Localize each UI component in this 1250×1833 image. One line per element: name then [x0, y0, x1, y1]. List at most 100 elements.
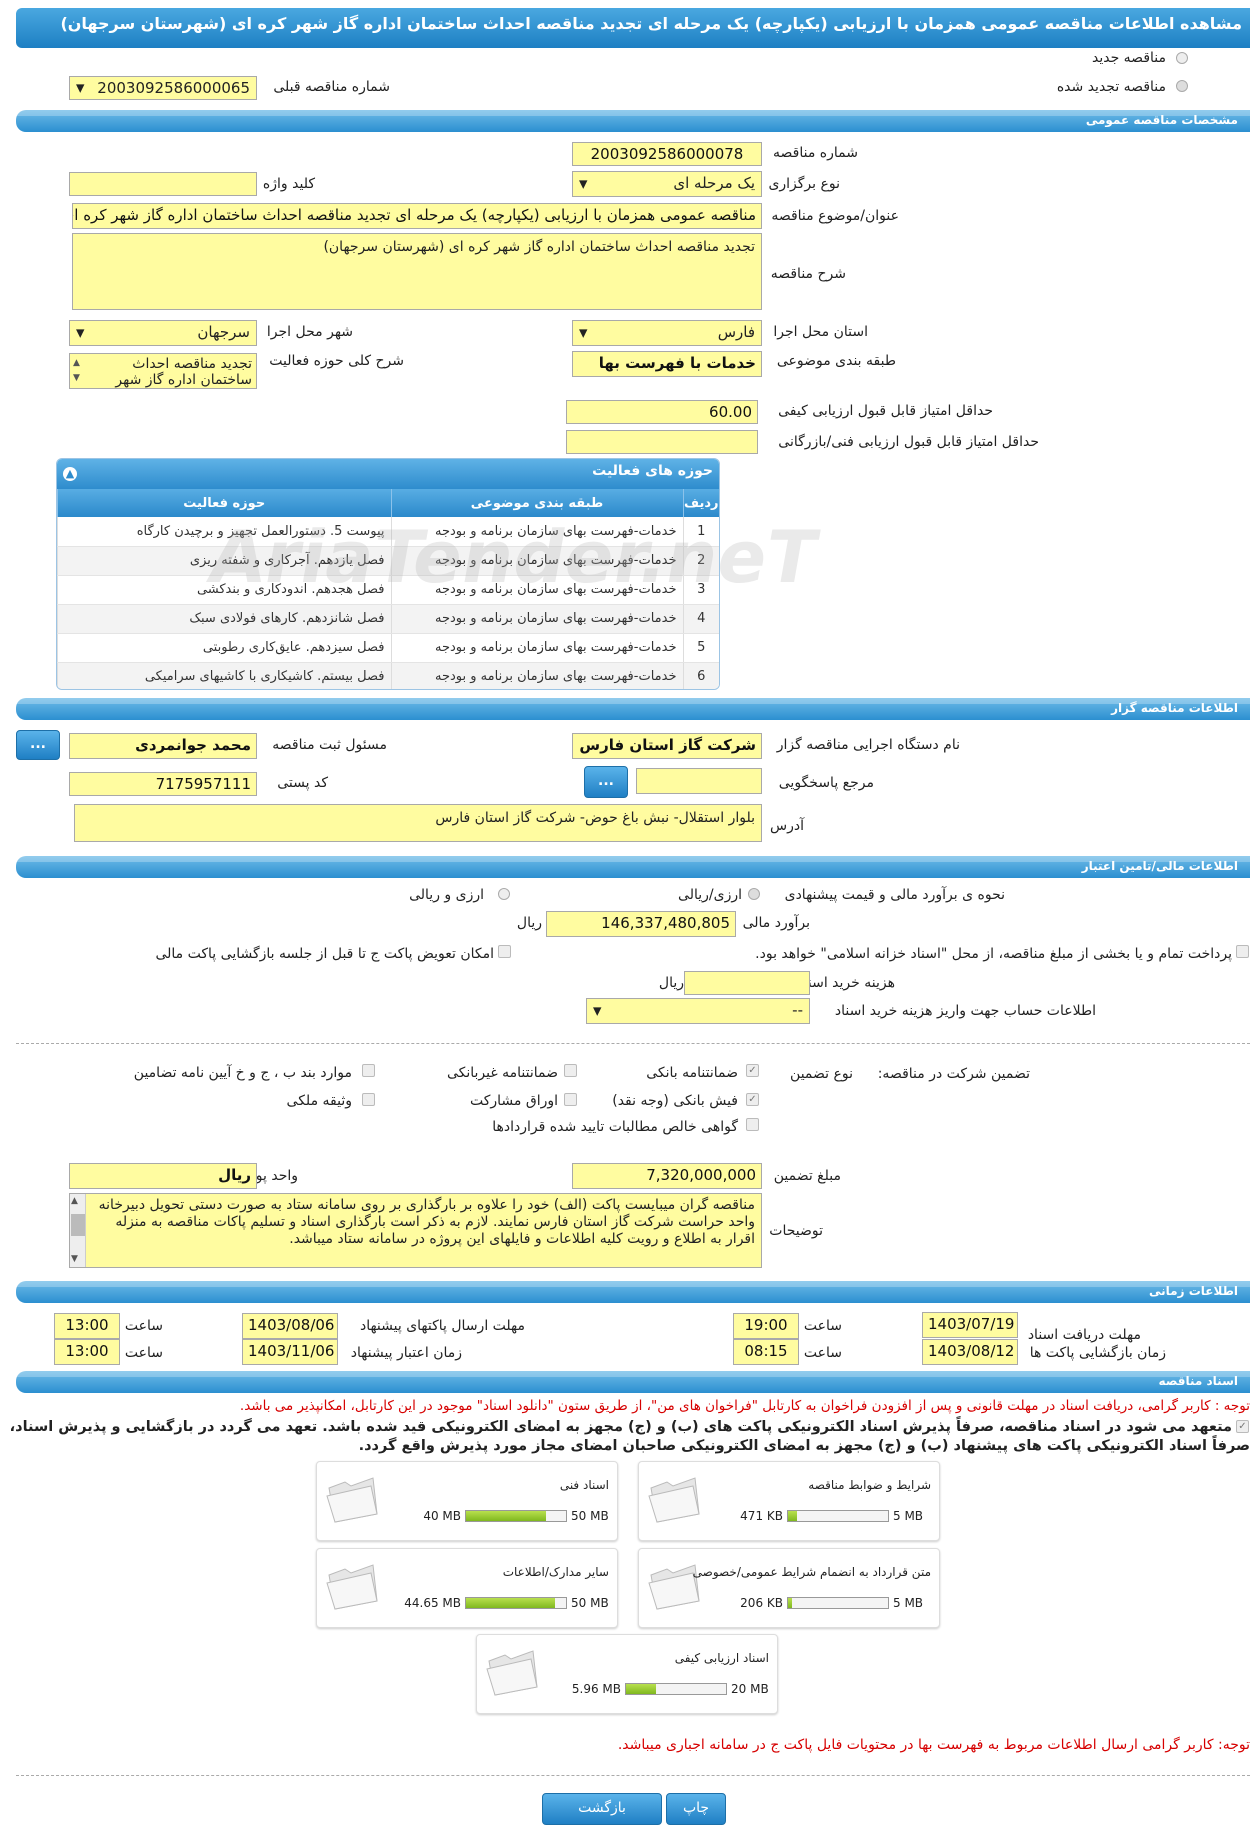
- back-button[interactable]: بازگشت: [542, 1793, 662, 1825]
- radio-estimate-type-2[interactable]: [498, 888, 510, 900]
- open-date-field[interactable]: 1403/08/12: [922, 1339, 1018, 1365]
- min-quality-field[interactable]: 60.00: [566, 400, 758, 424]
- guarantee-amount-field[interactable]: 7,320,000,000: [572, 1163, 762, 1189]
- doc-card[interactable]: متن قرارداد به انضمام شرایط عمومی/خصوصی …: [638, 1548, 940, 1628]
- table-row[interactable]: 6 خدمات-فهرست بهای سازمان برنامه و بودجه ف…: [57, 662, 719, 689]
- doc-capacity: 50 MB: [571, 1509, 609, 1523]
- notes-textarea[interactable]: مناقصه گران میبایست پاکت (الف) خود را عل…: [69, 1193, 762, 1268]
- send-date-field[interactable]: 1403/08/06: [242, 1313, 338, 1339]
- reference-lookup-button[interactable]: ...: [584, 766, 628, 798]
- doc-card[interactable]: اسناد ارزیابی کیفی 5.96 MB 20 MB: [476, 1634, 778, 1714]
- prev-number-select[interactable]: 2003092586000065 ▼: [69, 76, 257, 100]
- keyword-input[interactable]: [69, 172, 257, 196]
- cell-category: خدمات-فهرست بهای سازمان برنامه و بودجه: [390, 604, 683, 634]
- validity-date-field[interactable]: 1403/11/06: [242, 1339, 338, 1365]
- clauses-checkbox[interactable]: [362, 1064, 375, 1077]
- label-province: استان محل اجرا: [773, 324, 868, 340]
- account-select[interactable]: -- ▼: [586, 998, 810, 1024]
- label-agency: نام دستگاه اجرایی مناقصه گزار: [776, 737, 960, 753]
- more-button[interactable]: ...: [16, 730, 60, 760]
- label-cash: فیش بانکی (وجه نقد): [612, 1093, 738, 1109]
- label-reference: مرجع پاسخگویی: [778, 775, 874, 791]
- doc-used: 206 KB: [740, 1596, 783, 1610]
- currency-field[interactable]: ریال: [69, 1163, 257, 1189]
- doc-progress: [625, 1683, 727, 1695]
- label-property: وثیقه ملکی: [286, 1093, 352, 1109]
- city-select[interactable]: سرجهان ▼: [69, 320, 257, 346]
- agency-field[interactable]: شرکت گاز استان فارس: [572, 733, 762, 759]
- doc-card[interactable]: شرایط و ضوابط مناقصه 471 KB 5 MB: [638, 1461, 940, 1541]
- receive-date-field[interactable]: 1403/07/19: [922, 1312, 1018, 1338]
- label-open: زمان بازگشایی پاکت ها: [1029, 1345, 1166, 1361]
- min-tech-field[interactable]: [566, 430, 758, 454]
- treasury-checkbox[interactable]: [1236, 945, 1249, 958]
- cash-checkbox[interactable]: ✓: [746, 1093, 759, 1106]
- table-row[interactable]: 5 خدمات-فهرست بهای سازمان برنامه و بودجه ف…: [57, 633, 719, 663]
- province-select[interactable]: فارس ▼: [572, 320, 762, 346]
- print-button[interactable]: چاپ: [666, 1793, 726, 1825]
- label-new-tender: مناقصه جدید: [1091, 50, 1166, 66]
- commit-line-1: متعهد می شود در اسناد مناقصه، صرفاً پذیر…: [9, 1419, 1232, 1435]
- doc-card[interactable]: اسناد فنی 40 MB 50 MB: [316, 1461, 618, 1541]
- validity-time-field[interactable]: 13:00: [54, 1339, 120, 1365]
- doc-progress: [465, 1597, 567, 1609]
- commit-checkbox[interactable]: ✓: [1236, 1420, 1249, 1433]
- send-time-field[interactable]: 13:00: [54, 1313, 120, 1339]
- label-notes: توضیحات: [769, 1223, 823, 1239]
- watermark-logo: AriaTender.neT: [202, 515, 824, 599]
- scroll-thumb[interactable]: [71, 1214, 85, 1236]
- holding-type-select[interactable]: یک مرحله ای ▼: [572, 171, 762, 197]
- label-guarantee-amount: مبلغ تضمین: [773, 1168, 841, 1184]
- doc-used: 5.96 MB: [571, 1682, 621, 1696]
- category-field[interactable]: خدمات با فهرست بها: [572, 351, 762, 377]
- scope-listbox[interactable]: تجدید مناقصه احداث ساختمان اداره گاز شهر: [69, 353, 257, 389]
- label-validity: زمان اعتبار پیشنهاد: [350, 1345, 462, 1361]
- bonds-checkbox[interactable]: [564, 1093, 577, 1106]
- scroll-arrows-icon[interactable]: ▲ ▼: [73, 356, 80, 386]
- label-tender-number: شماره مناقصه: [773, 145, 858, 161]
- radio-renewed-tender[interactable]: [1176, 80, 1188, 92]
- chevron-down-icon: ▼: [593, 1004, 602, 1018]
- label-treasury: پرداخت تمام و یا بخشی از مبلغ مناقصه، از…: [755, 946, 1232, 962]
- postal-field[interactable]: 7175957111: [69, 772, 257, 796]
- label-bank-guarantee: ضمانتنامه بانکی: [646, 1065, 738, 1081]
- folder-icon: [326, 1477, 378, 1523]
- cell-category: خدمات-فهرست بهای سازمان برنامه و بودجه: [390, 633, 683, 663]
- open-time-field[interactable]: 08:15: [733, 1339, 799, 1365]
- subject-field[interactable]: مناقصه عمومی همزمان با ارزیابی (یکپارچه)…: [72, 203, 762, 229]
- receive-time-field[interactable]: 19:00: [733, 1313, 799, 1339]
- cell-row: 6: [682, 662, 719, 689]
- table-row[interactable]: 4 خدمات-فهرست بهای سازمان برنامه و بودجه ف…: [57, 604, 719, 634]
- radio-new-tender[interactable]: [1176, 52, 1188, 64]
- doc-cost-input[interactable]: [684, 971, 810, 995]
- doc-card[interactable]: سایر مدارک/اطلاعات 44.65 MB 50 MB: [316, 1548, 618, 1628]
- radio-estimate-type-1[interactable]: [748, 888, 760, 900]
- section-organizer: اطلاعات مناقصه گزار: [16, 698, 1250, 720]
- tender-number-field[interactable]: 2003092586000078: [572, 142, 762, 166]
- description-textarea[interactable]: تجدید مناقصه احداث ساختمان اداره گاز شهر…: [72, 233, 762, 310]
- claims-checkbox[interactable]: [746, 1118, 759, 1131]
- doc-capacity: 20 MB: [731, 1682, 769, 1696]
- cell-row: 5: [682, 633, 719, 663]
- collapse-icon[interactable]: ▲: [63, 467, 77, 481]
- label-swap: امکان تعویض پاکت ج تا قبل از جلسه بازگشا…: [155, 946, 494, 962]
- prev-number-value: 2003092586000065: [97, 79, 250, 97]
- activity-grid-header: حوزه های فعالیت ▲: [57, 459, 719, 489]
- scroll-down-icon[interactable]: ▼: [71, 1254, 78, 1264]
- section-general: مشخصات مناقصه عمومی: [16, 110, 1250, 132]
- label-subject: عنوان/موضوع مناقصه: [771, 208, 899, 224]
- cell-activity: فصل بیستم. کاشیکاری با کاشیهای سرامیکی: [57, 662, 391, 689]
- estimate-field[interactable]: 146,337,480,805: [546, 911, 736, 937]
- doc-capacity: 50 MB: [571, 1596, 609, 1610]
- non-bank-checkbox[interactable]: [564, 1064, 577, 1077]
- swap-checkbox[interactable]: [498, 945, 511, 958]
- address-field[interactable]: بلوار استقلال- نبش باغ حوض- شرکت گاز است…: [74, 804, 762, 842]
- registrar-field[interactable]: محمد جوانمردی: [69, 733, 257, 759]
- scroll-up-icon[interactable]: ▲: [71, 1196, 78, 1206]
- label-min-tech: حداقل امتیاز قابل قبول ارزیابی فنی/بازرگ…: [778, 434, 1039, 450]
- property-checkbox[interactable]: [362, 1093, 375, 1106]
- label-account: اطلاعات حساب جهت واریز هزینه خرید اسناد: [834, 1003, 1096, 1019]
- col-row: ردیف: [682, 489, 719, 517]
- bank-guarantee-checkbox[interactable]: ✓: [746, 1064, 759, 1077]
- reference-input[interactable]: [636, 768, 762, 794]
